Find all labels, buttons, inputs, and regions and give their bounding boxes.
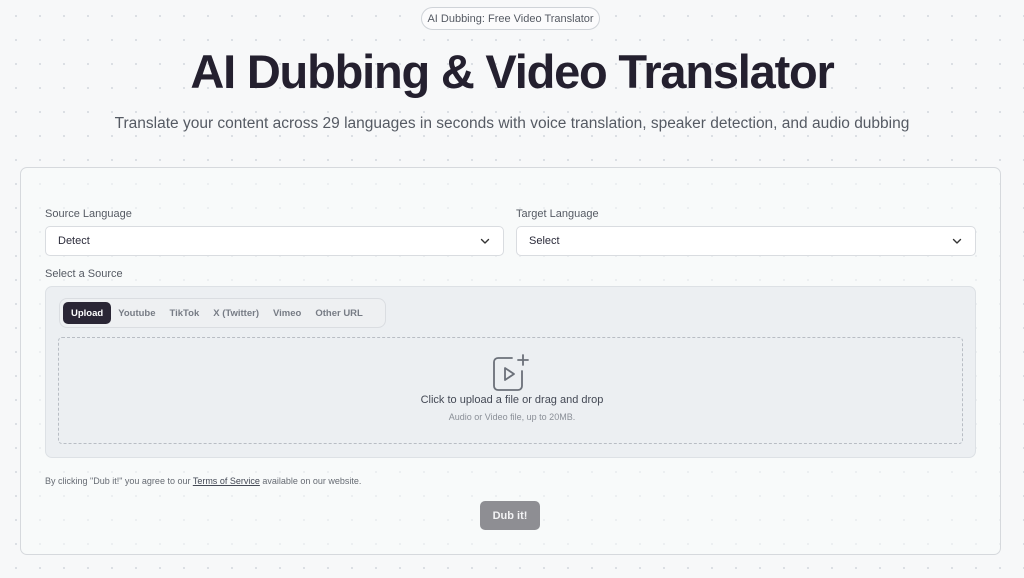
- source-language-value: Detect: [58, 235, 90, 247]
- terms-suffix: available on our website.: [262, 476, 362, 486]
- terms-of-service-link[interactable]: Terms of Service: [193, 476, 260, 486]
- tab-upload[interactable]: Upload: [63, 302, 112, 324]
- dub-it-button[interactable]: Dub it!: [480, 501, 540, 530]
- tab-vimeo[interactable]: Vimeo: [266, 302, 308, 324]
- video-upload-icon[interactable]: [490, 353, 530, 393]
- source-language-label: Source Language: [45, 208, 132, 220]
- page-subtitle: Translate your content across 29 languag…: [114, 115, 910, 132]
- tab-x-twitter[interactable]: X (Twitter): [206, 302, 266, 324]
- page-title: AI Dubbing & Video Translator: [190, 45, 834, 98]
- target-language-label: Target Language: [516, 208, 599, 220]
- select-source-label: Select a Source: [45, 268, 123, 280]
- chevron-down-icon: [480, 238, 490, 244]
- terms-notice: By clicking "Dub it!" you agree to our T…: [45, 476, 361, 486]
- terms-prefix: By clicking "Dub it!" you agree to our: [45, 476, 191, 486]
- target-language-select[interactable]: Select: [516, 226, 976, 256]
- target-language-value: Select: [529, 235, 560, 247]
- chevron-down-icon: [952, 238, 962, 244]
- tab-other-url[interactable]: Other URL: [308, 302, 370, 324]
- source-language-select[interactable]: Detect: [45, 226, 504, 256]
- tab-tiktok[interactable]: TikTok: [163, 302, 207, 324]
- header-badge: AI Dubbing: Free Video Translator: [421, 7, 600, 30]
- dropzone-file-limits: Audio or Video file, up to 20MB.: [448, 412, 576, 422]
- source-tabs: Upload Youtube TikTok X (Twitter) Vimeo …: [59, 298, 386, 328]
- dropzone-instructions: Click to upload a file or drag and drop: [420, 394, 604, 406]
- tab-youtube[interactable]: Youtube: [111, 302, 162, 324]
